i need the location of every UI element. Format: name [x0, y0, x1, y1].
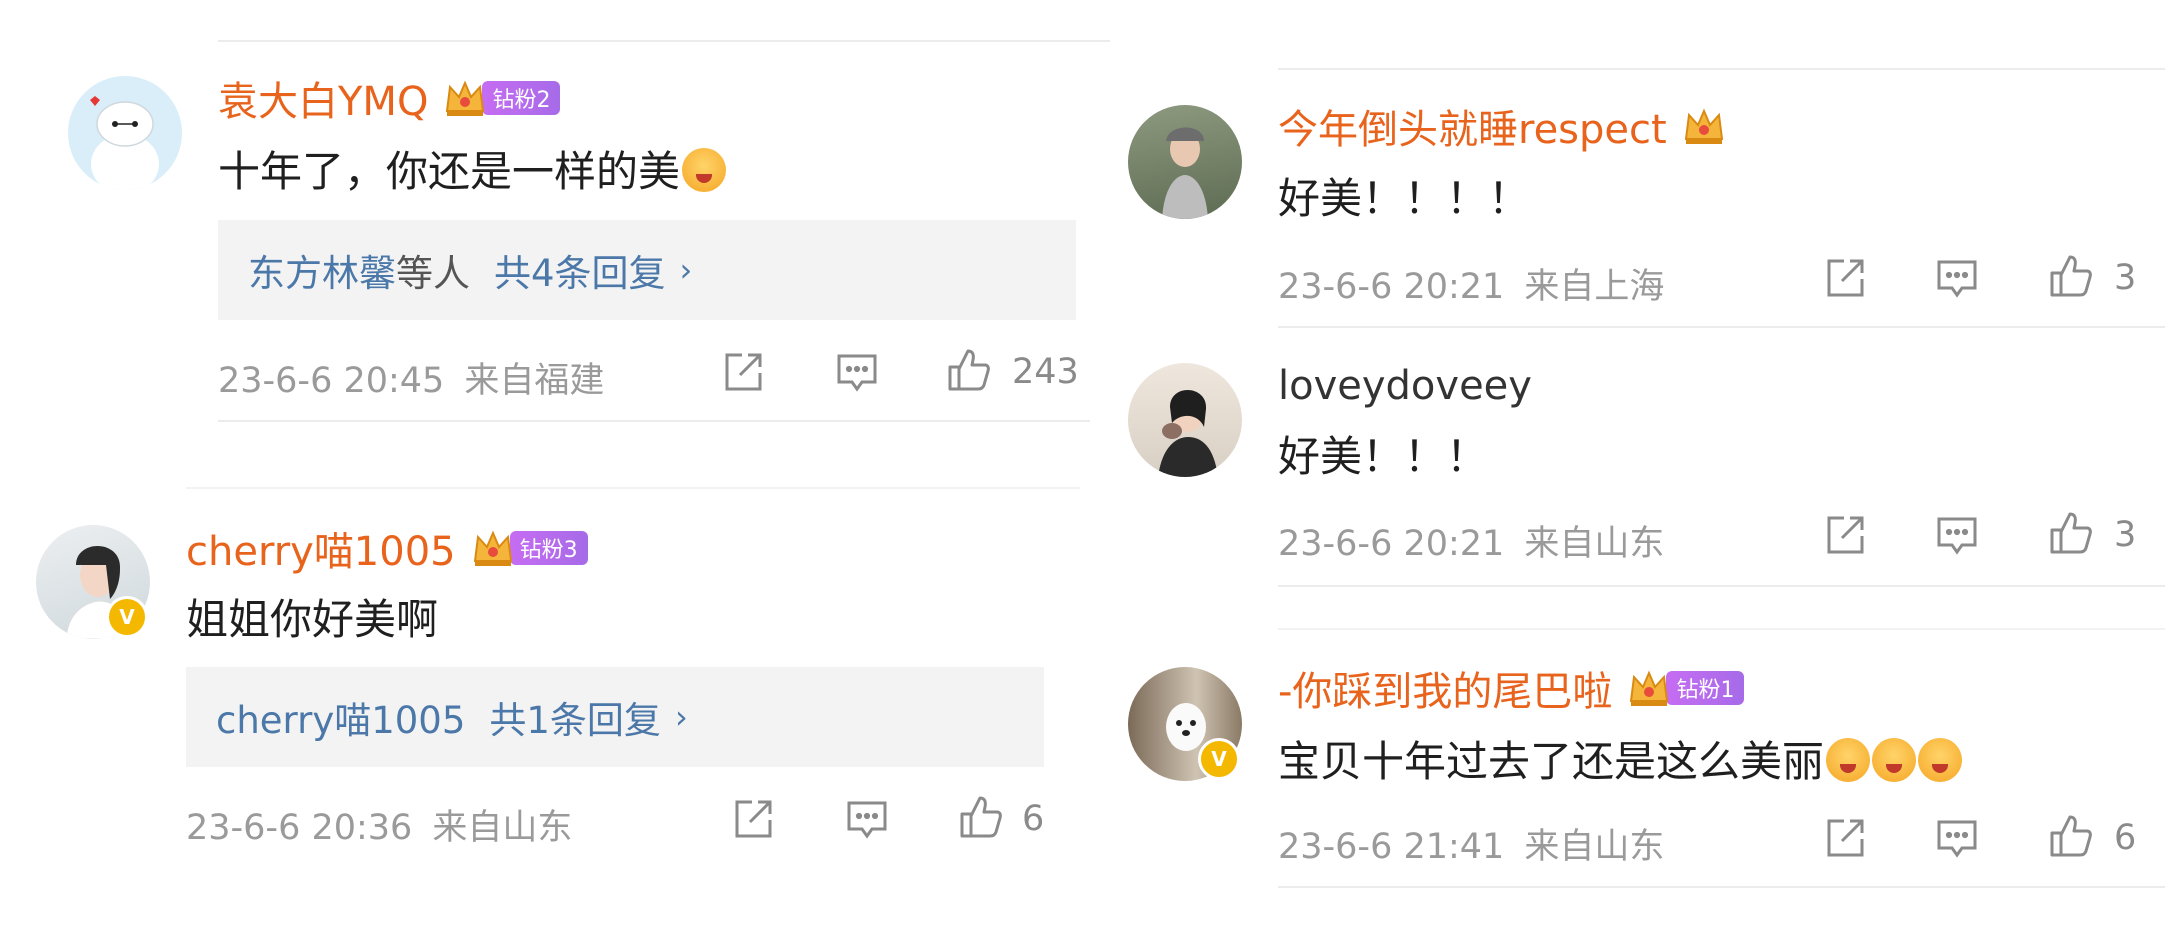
- share-icon[interactable]: [1822, 815, 1868, 861]
- comment-header: cherry喵1005 钻粉3: [186, 520, 588, 576]
- comment-text: 好美！！！: [1278, 432, 1489, 481]
- comment-text: 十年了，你还是一样的美: [218, 138, 727, 199]
- comment-header: 今年倒头就睡respect: [1278, 98, 1727, 154]
- replies-preview[interactable]: cherry喵1005 共1条回复 ›: [186, 667, 1044, 767]
- location: 来自上海: [1524, 267, 1665, 307]
- emoji-icon: [1918, 738, 1963, 782]
- location: 来自福建: [464, 361, 605, 401]
- avatar[interactable]: [1128, 105, 1242, 219]
- reply-count-link[interactable]: 共1条回复: [489, 690, 661, 744]
- username[interactable]: 袁大白YMQ: [218, 69, 428, 127]
- comment-meta: 23-6-6 21:41 来自山东: [1278, 818, 1664, 869]
- crown-icon: [1681, 103, 1727, 149]
- username[interactable]: cherry喵1005: [186, 519, 456, 577]
- timestamp: 23-6-6 20:36: [186, 808, 413, 848]
- divider: [218, 40, 1110, 42]
- thumbs-up-icon[interactable]: [946, 347, 992, 393]
- like-count: 243: [1012, 352, 1079, 392]
- comment-icon[interactable]: [1934, 512, 1980, 558]
- replies-preview[interactable]: 东方林馨 等人 共4条回复 ›: [218, 220, 1076, 320]
- comment-icon[interactable]: [844, 796, 890, 842]
- like-count: 6: [1022, 799, 1045, 839]
- reply-count-link[interactable]: 共4条回复: [494, 243, 666, 297]
- comment-icon[interactable]: [1934, 255, 1980, 301]
- username[interactable]: loveydoveey: [1278, 363, 1532, 409]
- comment-icon[interactable]: [834, 349, 880, 395]
- comment-meta: 23-6-6 20:21 来自上海: [1278, 258, 1664, 309]
- thumbs-up-icon[interactable]: [2048, 253, 2094, 299]
- crown-icon: [470, 525, 516, 571]
- verified-icon: V: [1198, 738, 1240, 780]
- divider: [1278, 68, 2165, 70]
- divider: [1278, 585, 2165, 587]
- divider: [1278, 886, 2165, 888]
- comment-header: -你踩到我的尾巴啦 钻粉1: [1278, 659, 1745, 717]
- like-count: 3: [2114, 258, 2137, 298]
- location: 来自山东: [432, 808, 573, 848]
- username[interactable]: -你踩到我的尾巴啦: [1278, 659, 1612, 717]
- chevron-right-icon: ›: [679, 251, 693, 289]
- fan-badge: 钻粉1: [1666, 671, 1745, 705]
- divider: [1278, 628, 2165, 630]
- thumbs-up-icon[interactable]: [2048, 510, 2094, 556]
- reply-etc-label: 等人: [396, 252, 470, 295]
- divider: [186, 487, 1080, 489]
- chevron-right-icon: ›: [674, 698, 688, 736]
- thumbs-up-icon[interactable]: [958, 794, 1004, 840]
- emoji-icon: [1872, 738, 1917, 782]
- comment-header: loveydoveey: [1278, 358, 1532, 414]
- reply-user-link[interactable]: cherry喵1005: [216, 690, 465, 744]
- crown-icon: [442, 75, 488, 121]
- avatar[interactable]: [1128, 363, 1242, 477]
- like-count: 3: [2114, 515, 2137, 555]
- emoji-icon: [682, 148, 727, 192]
- share-icon[interactable]: [1822, 255, 1868, 301]
- comment-icon[interactable]: [1934, 815, 1980, 861]
- share-icon[interactable]: [720, 349, 766, 395]
- emoji-icon: [1826, 738, 1871, 782]
- location: 来自山东: [1524, 524, 1665, 564]
- divider: [218, 420, 1090, 422]
- fan-badge: 钻粉2: [482, 81, 561, 115]
- fan-badge: 钻粉3: [509, 531, 588, 565]
- thumbs-up-icon[interactable]: [2048, 813, 2094, 859]
- timestamp: 23-6-6 20:45: [218, 361, 445, 401]
- crown-icon: [1626, 665, 1672, 711]
- share-icon[interactable]: [730, 796, 776, 842]
- comment-header: 袁大白YMQ 钻粉2: [218, 69, 561, 127]
- reply-user-link[interactable]: 东方林馨: [248, 243, 396, 297]
- timestamp: 23-6-6 21:41: [1278, 827, 1505, 867]
- timestamp: 23-6-6 20:21: [1278, 524, 1505, 564]
- comment-meta: 23-6-6 20:21 来自山东: [1278, 515, 1664, 566]
- comment-meta: 23-6-6 20:45 来自福建: [218, 352, 604, 403]
- divider: [1278, 326, 2165, 328]
- comment-meta: 23-6-6 20:36 来自山东: [186, 799, 572, 850]
- timestamp: 23-6-6 20:21: [1278, 267, 1505, 307]
- comment-text: 姐姐你好美啊: [186, 595, 439, 644]
- like-count: 6: [2114, 818, 2137, 858]
- comment-text: 好美！！！！: [1278, 174, 1531, 223]
- comment-text: 宝贝十年过去了还是这么美丽: [1278, 728, 1963, 789]
- share-icon[interactable]: [1822, 512, 1868, 558]
- username[interactable]: 今年倒头就睡respect: [1278, 97, 1667, 155]
- location: 来自山东: [1524, 827, 1665, 867]
- avatar[interactable]: [68, 76, 182, 190]
- verified-icon: V: [106, 596, 148, 638]
